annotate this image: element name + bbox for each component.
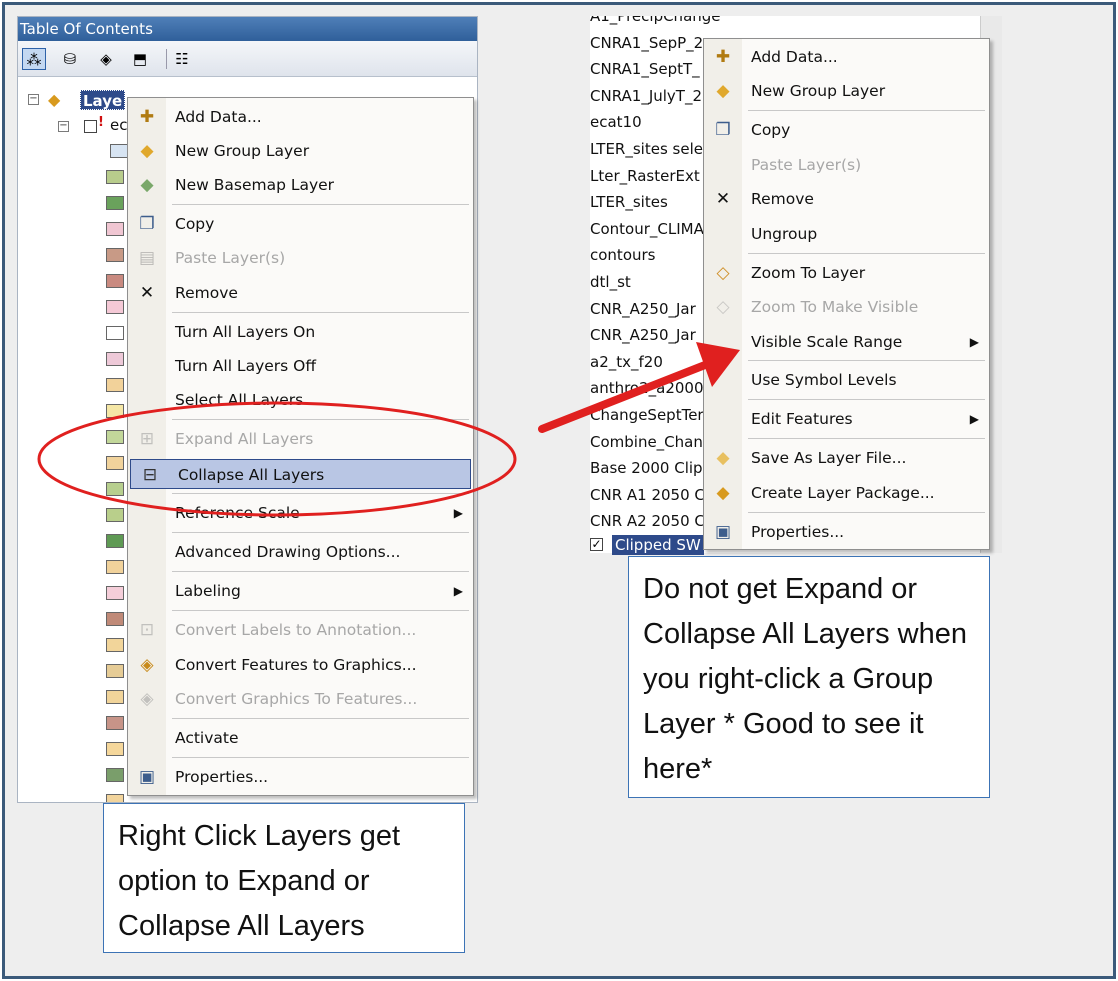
annotation-overlay [37,342,740,517]
pointer-arrow-shaft [538,361,709,433]
highlight-ellipse [37,401,517,517]
